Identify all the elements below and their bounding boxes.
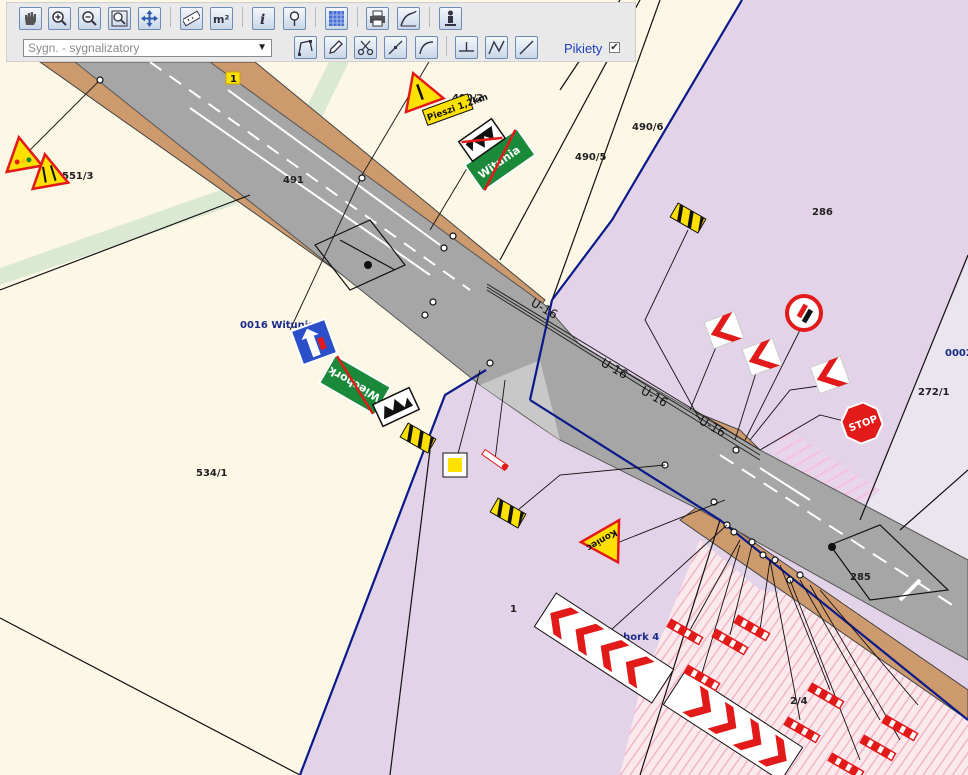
add-vertex-button[interactable] xyxy=(384,36,407,59)
parcel-label: 0002 xyxy=(945,348,968,359)
priority-road-sign[interactable] xyxy=(442,452,468,478)
diagonal-button[interactable] xyxy=(515,36,538,59)
profile-button[interactable] xyxy=(397,7,420,30)
area-icon: m² xyxy=(213,13,229,26)
arc-button[interactable] xyxy=(415,36,438,59)
angle-button[interactable] xyxy=(485,36,508,59)
parcel-label: 534/1 xyxy=(196,468,228,479)
layer-select-value: Sygn. - sygnalizatory xyxy=(28,41,140,55)
full-extent-button[interactable] xyxy=(138,7,161,30)
parcel-label: 286 xyxy=(812,207,833,218)
ruler-icon xyxy=(183,10,200,27)
pin-icon xyxy=(289,11,300,26)
scissors-icon xyxy=(357,40,374,56)
map-toolbar: m² i Sygn. - sygnalizatory ▼ Pikiety ✔ xyxy=(6,2,636,62)
measure-area-button[interactable]: m² xyxy=(210,7,233,30)
zoom-in-icon xyxy=(52,11,67,26)
pikiety-checkbox[interactable]: ✔ xyxy=(609,42,620,53)
marker-1[interactable]: 1 xyxy=(225,71,241,85)
diagonal-icon xyxy=(519,40,534,55)
pan-button[interactable] xyxy=(19,7,42,30)
svg-text:i: i xyxy=(260,12,265,27)
no-overtaking-sign[interactable] xyxy=(785,294,823,332)
parcel-label: 272/1 xyxy=(918,387,950,398)
layer-style-button[interactable] xyxy=(325,7,348,30)
parcel-label: 285 xyxy=(850,572,871,583)
zoom-out-icon xyxy=(82,11,97,26)
parcel-label: 490/6 xyxy=(632,122,664,133)
draw-polyline-button[interactable] xyxy=(294,36,317,59)
identify-button[interactable] xyxy=(283,7,306,30)
curve-icon xyxy=(400,10,417,27)
snap-line-button[interactable] xyxy=(455,36,478,59)
measure-length-button[interactable] xyxy=(180,7,203,30)
toolbar-separator xyxy=(429,7,430,27)
person-icon xyxy=(445,10,456,26)
toolbar-separator xyxy=(357,7,358,27)
grid-fill-icon xyxy=(329,11,344,26)
street-view-button[interactable] xyxy=(439,7,462,30)
parcel-label: 490/5 xyxy=(575,152,607,163)
print-button[interactable] xyxy=(366,7,389,30)
edit-pencil-button[interactable] xyxy=(324,36,347,59)
pencil-icon xyxy=(329,40,343,54)
svg-text:1: 1 xyxy=(230,74,237,85)
info-icon: i xyxy=(260,12,265,27)
parcel-label: 1 xyxy=(510,604,517,615)
zoom-in-button[interactable] xyxy=(48,7,71,30)
svg-text:m²: m² xyxy=(213,13,229,26)
pole-black xyxy=(364,261,372,269)
map-canvas[interactable]: U-16 U-16 U-16 U-16 490/2 490/6 490/5 28… xyxy=(0,0,968,775)
snap-line-icon xyxy=(459,42,474,52)
parcel-label: 491 xyxy=(283,175,304,186)
parcel-label: 2/4 xyxy=(790,696,808,707)
hand-icon xyxy=(25,12,36,25)
arc-icon xyxy=(419,41,434,55)
pikiety-label: Pikiety xyxy=(564,41,603,56)
dropdown-arrow-icon: ▼ xyxy=(257,42,267,53)
move-arrows-icon xyxy=(141,10,158,27)
info-button[interactable]: i xyxy=(252,7,275,30)
angle-icon xyxy=(488,40,505,55)
zoom-window-icon xyxy=(111,10,128,27)
zoom-out-button[interactable] xyxy=(78,7,101,30)
toolbar-separator xyxy=(170,7,171,27)
toolbar-separator xyxy=(242,7,243,27)
printer-icon xyxy=(370,10,385,27)
polyline-icon xyxy=(298,40,313,56)
toolbar-separator xyxy=(446,36,447,56)
zoom-window-button[interactable] xyxy=(108,7,131,30)
toolbar-separator xyxy=(315,7,316,27)
cut-button[interactable] xyxy=(354,36,377,59)
vertex-line-icon xyxy=(388,40,403,55)
layer-select[interactable]: Sygn. - sygnalizatory ▼ xyxy=(23,39,272,57)
